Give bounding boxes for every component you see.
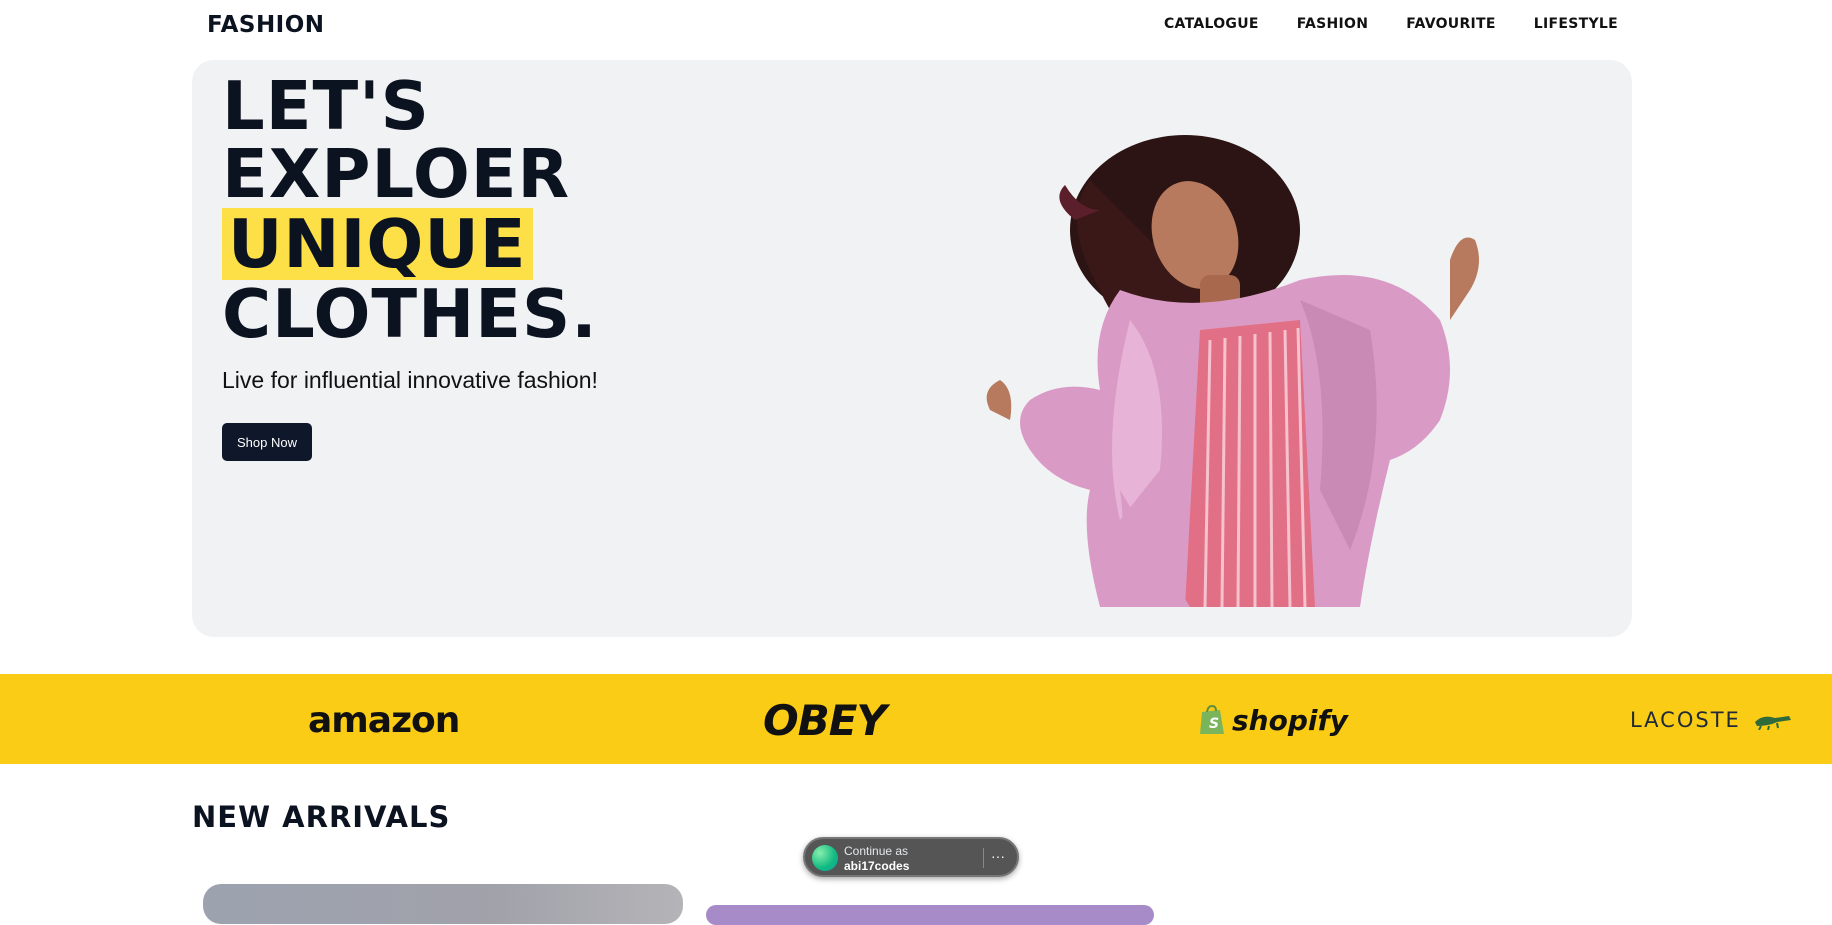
lacoste-logo: LACOSTE <box>1630 696 1793 744</box>
svg-text:S: S <box>1209 716 1219 732</box>
top-nav: FASHION CATALOGUE FASHION FAVOURITE LIFE… <box>0 0 1832 50</box>
crocodile-icon <box>1754 716 1791 730</box>
shop-now-button[interactable]: Shop Now <box>222 423 312 461</box>
toast-username: abi17codes <box>844 859 910 873</box>
brand-strip: amazon OBEY S shopify LACOSTE <box>0 674 1832 764</box>
site-logo[interactable]: FASHION <box>207 12 325 38</box>
new-arrivals-heading: NEW ARRIVALS <box>192 800 451 834</box>
nav-links: CATALOGUE FASHION FAVOURITE LIFESTYLE <box>1164 16 1618 32</box>
product-card-1[interactable] <box>203 884 683 924</box>
hero-headline: LET'S EXPLOER UNIQUE CLOTHES. <box>222 72 598 348</box>
obey-logo: OBEY <box>763 695 887 745</box>
avatar <box>812 845 838 871</box>
nav-fashion[interactable]: FASHION <box>1297 16 1369 32</box>
more-options-icon[interactable]: ··· <box>991 848 1005 864</box>
product-card-2[interactable] <box>706 905 1154 925</box>
hero-model-image <box>986 135 1479 607</box>
hero-subtitle: Live for influential innovative fashion! <box>222 367 598 393</box>
nav-lifestyle[interactable]: LIFESTYLE <box>1534 16 1618 32</box>
nav-catalogue[interactable]: CATALOGUE <box>1164 16 1259 32</box>
continue-as-toast[interactable]: Continue as abi17codes ··· <box>803 837 1019 877</box>
shopify-logo: S shopify <box>1198 696 1348 744</box>
nav-favourite[interactable]: FAVOURITE <box>1406 16 1496 32</box>
headline-line-1: LET'S <box>222 67 430 145</box>
toast-label: Continue as <box>844 844 909 858</box>
toast-divider <box>983 848 984 868</box>
amazon-logo: amazon <box>308 699 460 741</box>
headline-highlight: UNIQUE <box>222 208 533 280</box>
hero-banner: LET'S EXPLOER UNIQUE CLOTHES. Live for i… <box>192 60 1632 637</box>
headline-line-2: EXPLOER <box>222 135 571 213</box>
shopify-bag-icon: S <box>1200 704 1224 734</box>
headline-line-4: CLOTHES. <box>222 275 598 353</box>
